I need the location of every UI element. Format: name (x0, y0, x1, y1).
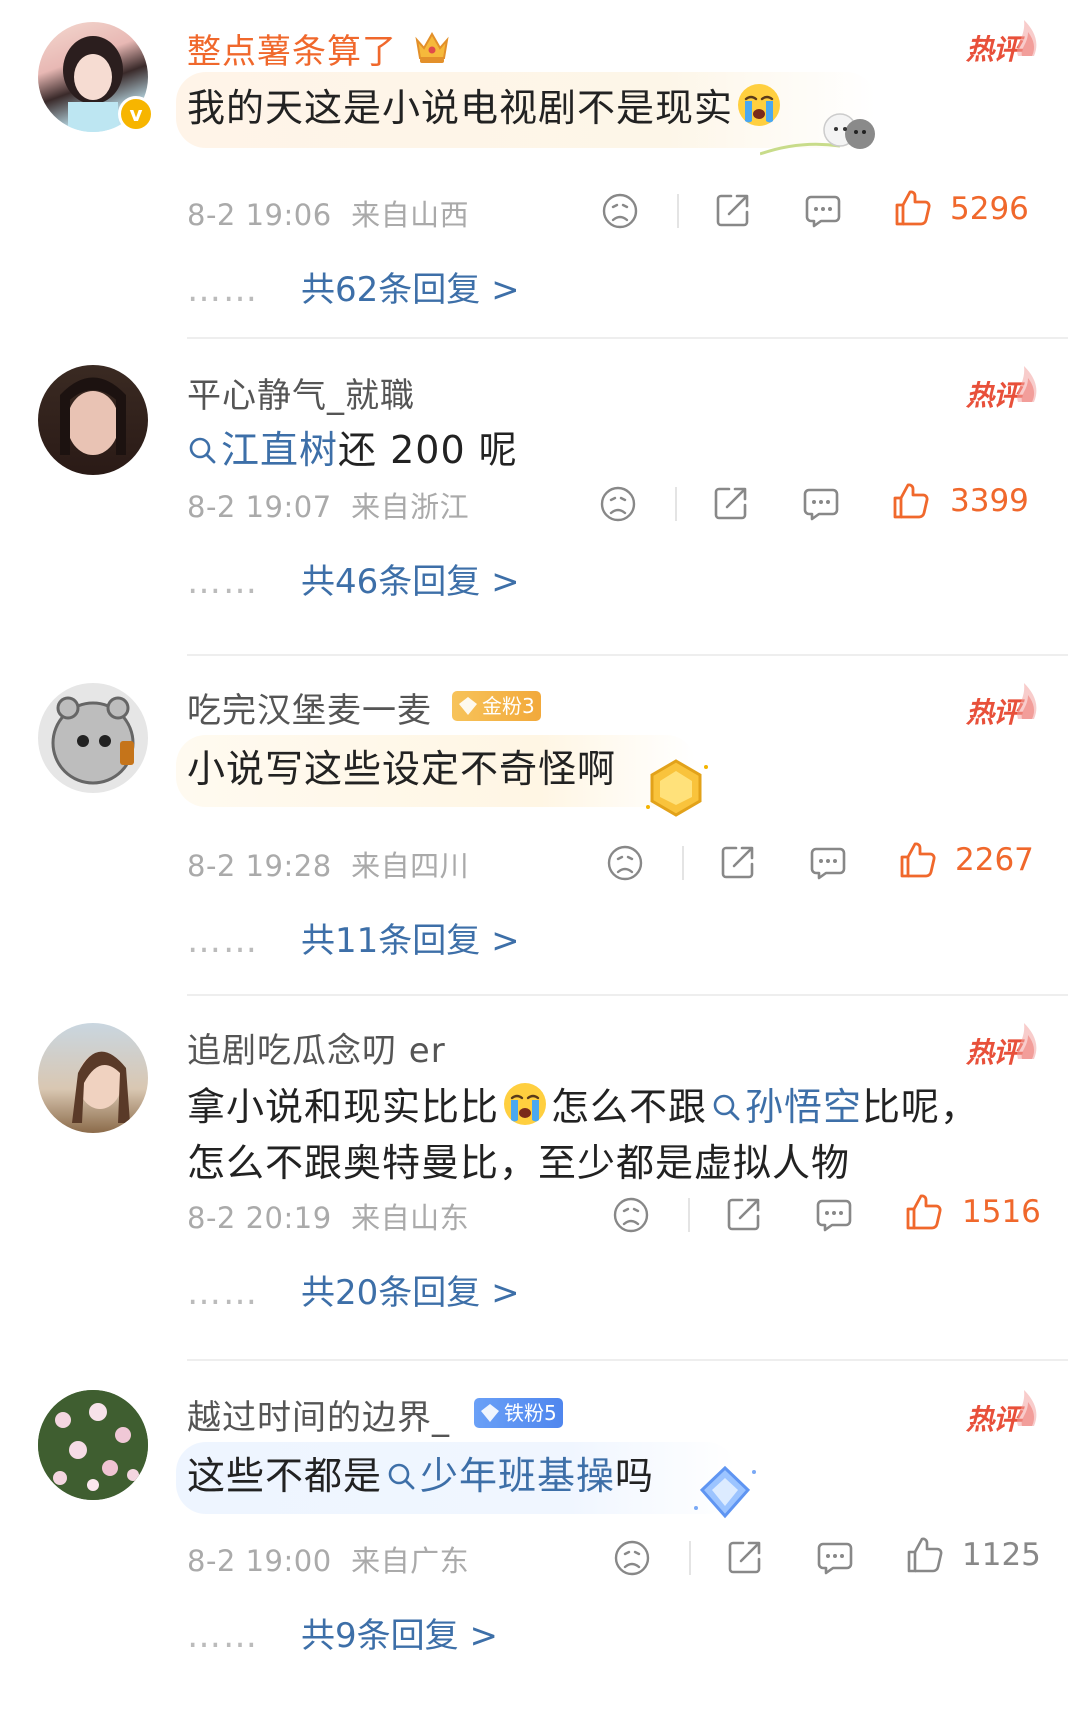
like-thumb-icon[interactable] (898, 840, 938, 880)
gold-badge-sticker-icon (646, 759, 708, 817)
hot-comment-badge: 热评 (966, 374, 1020, 414)
username[interactable]: 追剧吃瓜念叨 er (187, 1023, 446, 1072)
flame-icon (1012, 1386, 1042, 1430)
username[interactable]: 平心静气_就職 (187, 368, 415, 417)
comment-icon[interactable] (808, 843, 848, 883)
like-count: 3399 (950, 483, 1029, 519)
flame-icon (1012, 1019, 1042, 1063)
verified-icon: v (118, 96, 154, 132)
comment-icon[interactable] (815, 1538, 855, 1578)
avatar-portrait (72, 1051, 130, 1123)
share-icon[interactable] (725, 1537, 765, 1577)
comment-text: 小说写这些设定不奇怪啊 (187, 747, 617, 791)
avatar[interactable] (38, 1390, 148, 1500)
search-icon (386, 1461, 416, 1491)
dislike-face-icon[interactable] (605, 843, 645, 883)
comment-icon[interactable] (814, 1195, 854, 1235)
like-count: 2267 (955, 842, 1034, 878)
hot-comment-badge: 热评 (966, 28, 1020, 68)
dislike-face-icon[interactable] (598, 484, 638, 524)
like-count: 5296 (950, 191, 1029, 227)
dislike-face-icon[interactable] (612, 1538, 652, 1578)
username[interactable]: 越过时间的边界_ (187, 1390, 450, 1439)
fan-badge-iron: 铁粉5 (474, 1398, 563, 1428)
comment-item: v 整点薯条算了 热评 我的天这是小说电视剧不是现实 8-2 19:06 来自山… (0, 0, 1080, 312)
dislike-face-icon[interactable] (611, 1195, 651, 1235)
comment-icon[interactable] (801, 484, 841, 524)
divider (675, 487, 677, 521)
comment-text: 这些不都是 少年班基操吗 (187, 1454, 655, 1498)
comment-meta: 8-2 20:19 来自山东 (187, 1201, 470, 1235)
search-icon (187, 435, 217, 465)
view-replies-link[interactable]: …… 共9条回复 > (187, 1608, 498, 1657)
blue-diamond-sticker-icon (694, 1465, 756, 1519)
avatar[interactable] (38, 683, 148, 793)
username[interactable]: 吃完汉堡麦一麦 (187, 683, 432, 732)
comment-text: 拿小说和现实比比 怎么不跟 孙悟空比呢， 怎么不跟奥特曼比，至少都是虚拟人物 (187, 1079, 979, 1191)
hot-comment-badge: 热评 (966, 1031, 1020, 1071)
topic-link[interactable]: 孙悟空 (707, 1085, 862, 1129)
comment-meta: 8-2 19:28 来自四川 (187, 849, 470, 883)
divider (187, 994, 1068, 996)
comment-feed: v 整点薯条算了 热评 我的天这是小说电视剧不是现实 8-2 19:06 来自山… (0, 0, 1080, 1718)
divider (187, 654, 1068, 656)
divider (187, 1359, 1068, 1361)
divider (187, 337, 1068, 339)
flame-icon (1012, 679, 1042, 723)
username[interactable]: 整点薯条算了 (187, 24, 397, 73)
like-count: 1125 (962, 1537, 1041, 1573)
comment-item: 追剧吃瓜念叨 er 热评 拿小说和现实比比 怎么不跟 孙悟空比呢， 怎么不跟奥特曼比… (0, 997, 1080, 1357)
comment-text: 江直树还 200 呢 (187, 422, 518, 478)
view-replies-link[interactable]: …… 共11条回复 > (187, 913, 520, 962)
share-icon[interactable] (718, 842, 758, 882)
hot-comment-badge: 热评 (966, 1398, 1020, 1438)
dislike-face-icon[interactable] (600, 191, 640, 231)
share-icon[interactable] (711, 483, 751, 523)
comment-meta: 8-2 19:07 来自浙江 (187, 490, 470, 524)
like-thumb-icon[interactable] (905, 1535, 945, 1575)
avatar[interactable] (38, 1023, 148, 1133)
comment-item: 吃完汉堡麦一麦 金粉3 热评 小说写这些设定不奇怪啊 8-2 19:28 来自四… (0, 657, 1080, 997)
crying-emoji-icon (501, 1080, 549, 1128)
diamond-icon (459, 697, 477, 715)
like-count: 1516 (962, 1194, 1041, 1230)
divider (688, 1198, 690, 1232)
avatar-flowers (38, 1390, 148, 1500)
view-replies-link[interactable]: …… 共46条回复 > (187, 554, 520, 603)
view-replies-link[interactable]: …… 共62条回复 > (187, 262, 520, 311)
fan-badge-gold: 金粉3 (452, 691, 541, 721)
divider (682, 846, 684, 880)
comment-item: 越过时间的边界_ 铁粉5 热评 这些不都是 少年班基操吗 8-2 19:00 来自… (0, 1362, 1080, 1718)
divider (689, 1541, 691, 1575)
share-icon[interactable] (724, 1194, 764, 1234)
comment-item: 平心静气_就職 热评 江直树还 200 呢 8-2 19:07 来自浙江 339… (0, 340, 1080, 650)
crown-icon (415, 31, 449, 63)
avatar-portrait (60, 377, 126, 455)
like-thumb-icon[interactable] (891, 481, 931, 521)
comment-meta: 8-2 19:06 来自山西 (187, 198, 470, 232)
avatar-hamster (51, 696, 135, 785)
comment-meta: 8-2 19:00 来自广东 (187, 1544, 470, 1578)
share-icon[interactable] (713, 190, 753, 230)
flame-icon (1012, 362, 1042, 406)
view-replies-link[interactable]: …… 共20条回复 > (187, 1265, 520, 1314)
flame-icon (1012, 16, 1042, 60)
bear-sticker-icon (760, 113, 875, 156)
comment-text: 我的天这是小说电视剧不是现实 (187, 80, 785, 136)
divider (677, 194, 679, 228)
topic-link[interactable]: 江直树 (187, 428, 338, 472)
like-thumb-icon[interactable] (893, 188, 933, 228)
avatar[interactable] (38, 365, 148, 475)
search-icon (711, 1092, 741, 1122)
topic-link[interactable]: 少年班基操 (382, 1454, 615, 1498)
diamond-icon (481, 1404, 499, 1422)
hot-comment-badge: 热评 (966, 691, 1020, 731)
like-thumb-icon[interactable] (904, 1192, 944, 1232)
comment-icon[interactable] (803, 191, 843, 231)
